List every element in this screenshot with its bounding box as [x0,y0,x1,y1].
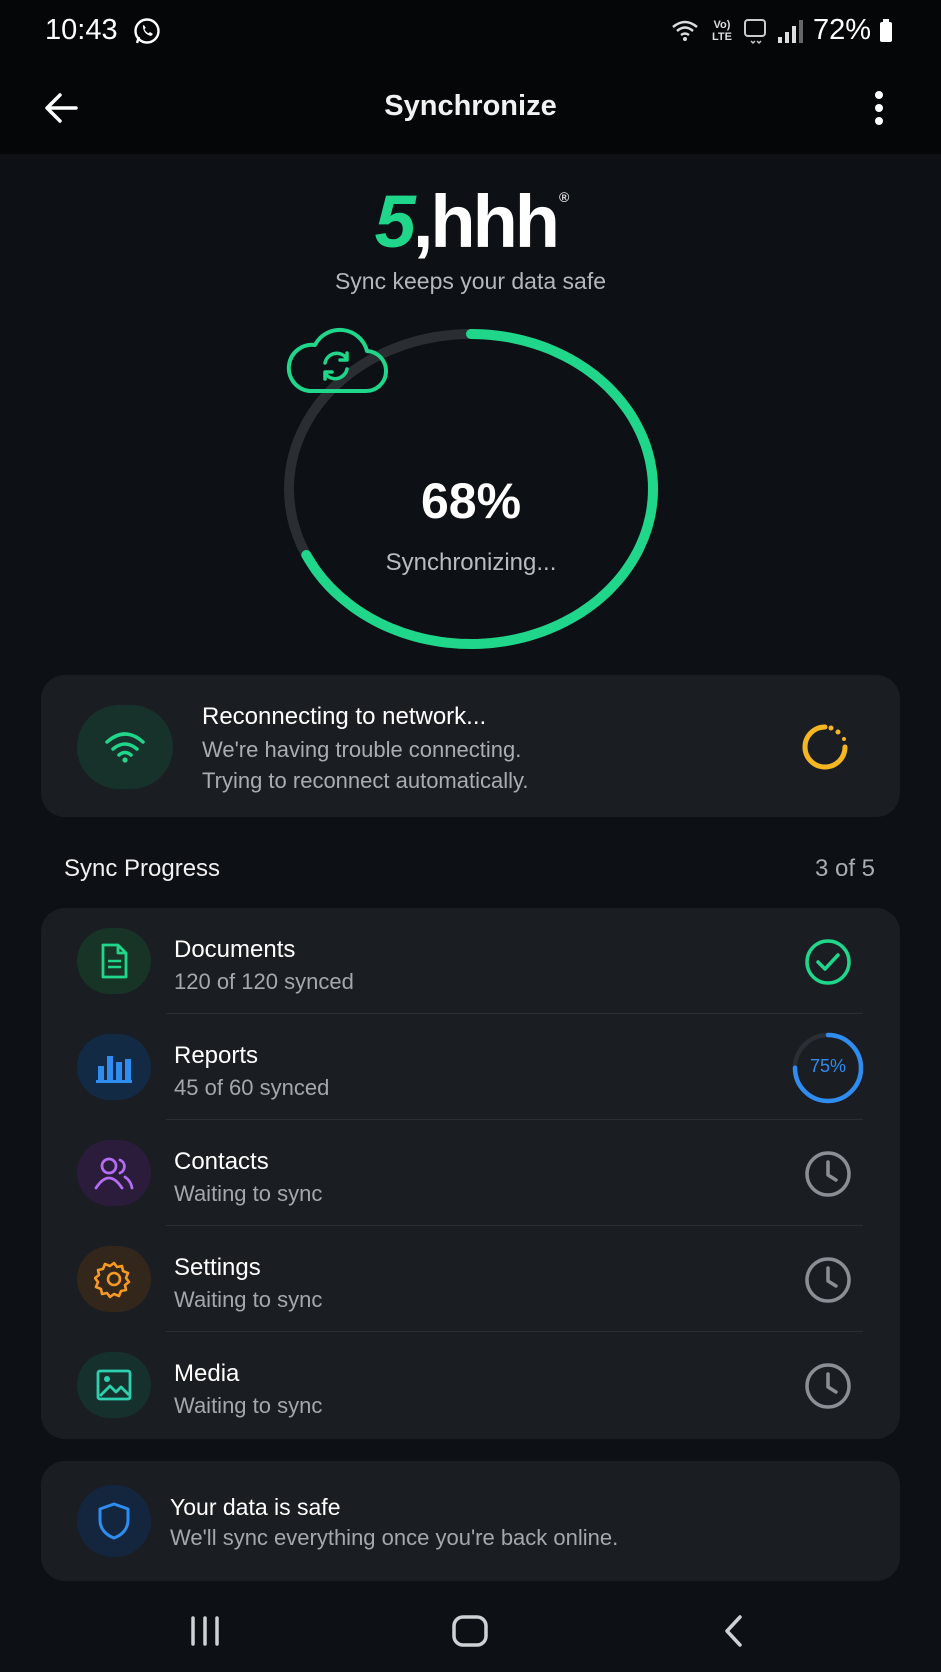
sync-progress-title: Sync Progress [64,855,221,882]
row-subtitle: Waiting to sync [174,1287,323,1312]
network-alert-title: Reconnecting to network... [202,703,487,730]
contacts-icon-badge [77,1140,151,1206]
status-waiting [792,1138,864,1210]
data-safe-card: Your data is safe We'll sync everything … [41,1461,900,1581]
progress-percent-label: 75% [809,1056,847,1076]
signal-icon [777,19,803,43]
shield-icon [98,1502,130,1540]
wifi-call-icon [672,20,698,41]
nav-back-icon [725,1615,742,1647]
check-circle-icon [805,939,851,985]
row-title: Documents [174,936,296,963]
volte-icon: Vo) LTE [709,17,735,45]
system-nav-bar [0,1590,941,1672]
status-waiting [792,1350,864,1422]
sync-row-media[interactable]: Media Waiting to sync [41,1332,900,1438]
document-icon [101,943,128,979]
shield-icon-badge [77,1485,151,1557]
row-title: Media [174,1360,240,1387]
sync-row-contacts[interactable]: Contacts Waiting to sync [41,1120,900,1226]
nav-back-button[interactable] [704,1606,764,1656]
network-alert-line1: We're having trouble connecting. [202,737,522,762]
sync-row-settings[interactable]: Settings Waiting to sync [41,1226,900,1332]
network-alert-card: Reconnecting to network... We're having … [41,675,900,817]
safe-subtitle: We'll sync everything once you're back o… [170,1525,619,1550]
logo-mark: 5 [374,180,416,263]
app-bar: Synchronize [0,64,941,154]
battery-percent: 72% [812,14,871,46]
sync-progress-count: 3 of 5 [814,855,875,882]
status-waiting [792,1244,864,1316]
gear-icon-badge [77,1246,151,1312]
home-button[interactable] [440,1606,500,1656]
bar-chart-icon [96,1056,132,1083]
spinner-icon [802,724,848,770]
logo-wordmark: ,hhh [412,180,560,263]
registered-mark: ® [559,189,569,205]
image-icon-badge [77,1352,151,1418]
row-title: Contacts [174,1148,269,1175]
row-title: Reports [174,1042,259,1069]
more-vert-icon[interactable] [857,86,901,130]
page-title: Synchronize [384,90,557,122]
clock-icon [805,1151,851,1197]
row-subtitle: Waiting to sync [174,1393,323,1418]
recent-apps-icon [191,1616,219,1646]
network-alert-line2: Trying to reconnect automatically. [202,768,529,793]
5g-icon [743,18,766,44]
sync-row-documents[interactable]: Documents 120 of 120 synced [41,908,900,1014]
status-in-progress: 75% [792,1032,864,1104]
gear-icon [94,1261,131,1299]
cloud-sync-icon [286,327,389,394]
row-subtitle: Waiting to sync [174,1181,323,1206]
image-icon [96,1369,132,1401]
bar-chart-icon-badge [77,1034,151,1100]
sync-items-card: Documents 120 of 120 synced Reports 45 o… [41,908,900,1439]
row-subtitle: 45 of 60 synced [174,1075,330,1100]
tagline: Sync keeps your data safe [334,268,607,294]
battery-icon [880,18,892,42]
contacts-icon [94,1157,134,1190]
clock-icon [805,1363,851,1409]
progress-status: Synchronizing... [385,549,557,576]
row-title: Settings [174,1254,261,1281]
volte-label-top: Vo) [713,18,731,31]
home-icon [452,1615,488,1647]
clock-icon [805,1257,851,1303]
status-done [792,926,864,998]
status-icons: Vo) LTE 72% [671,14,893,47]
volte-label-bottom: LTE [711,30,732,43]
wifi-icon [105,732,145,763]
wifi-icon-badge [77,705,173,789]
row-subtitle: 120 of 120 synced [174,969,354,994]
safe-title: Your data is safe [170,1494,341,1520]
brand-logo: 5,hhh ® [0,182,941,262]
whatsapp-icon [134,18,160,44]
status-bar: 10:43 Vo) LTE 72% [0,0,941,64]
status-time: 10:43 [45,14,118,46]
document-icon-badge [77,928,151,994]
recent-apps-button[interactable] [175,1606,235,1656]
progress-percent: 68% [420,473,522,529]
sync-progress-ring: 68% Synchronizing... [281,327,661,657]
sync-row-reports[interactable]: Reports 45 of 60 synced 75% [41,1014,900,1120]
